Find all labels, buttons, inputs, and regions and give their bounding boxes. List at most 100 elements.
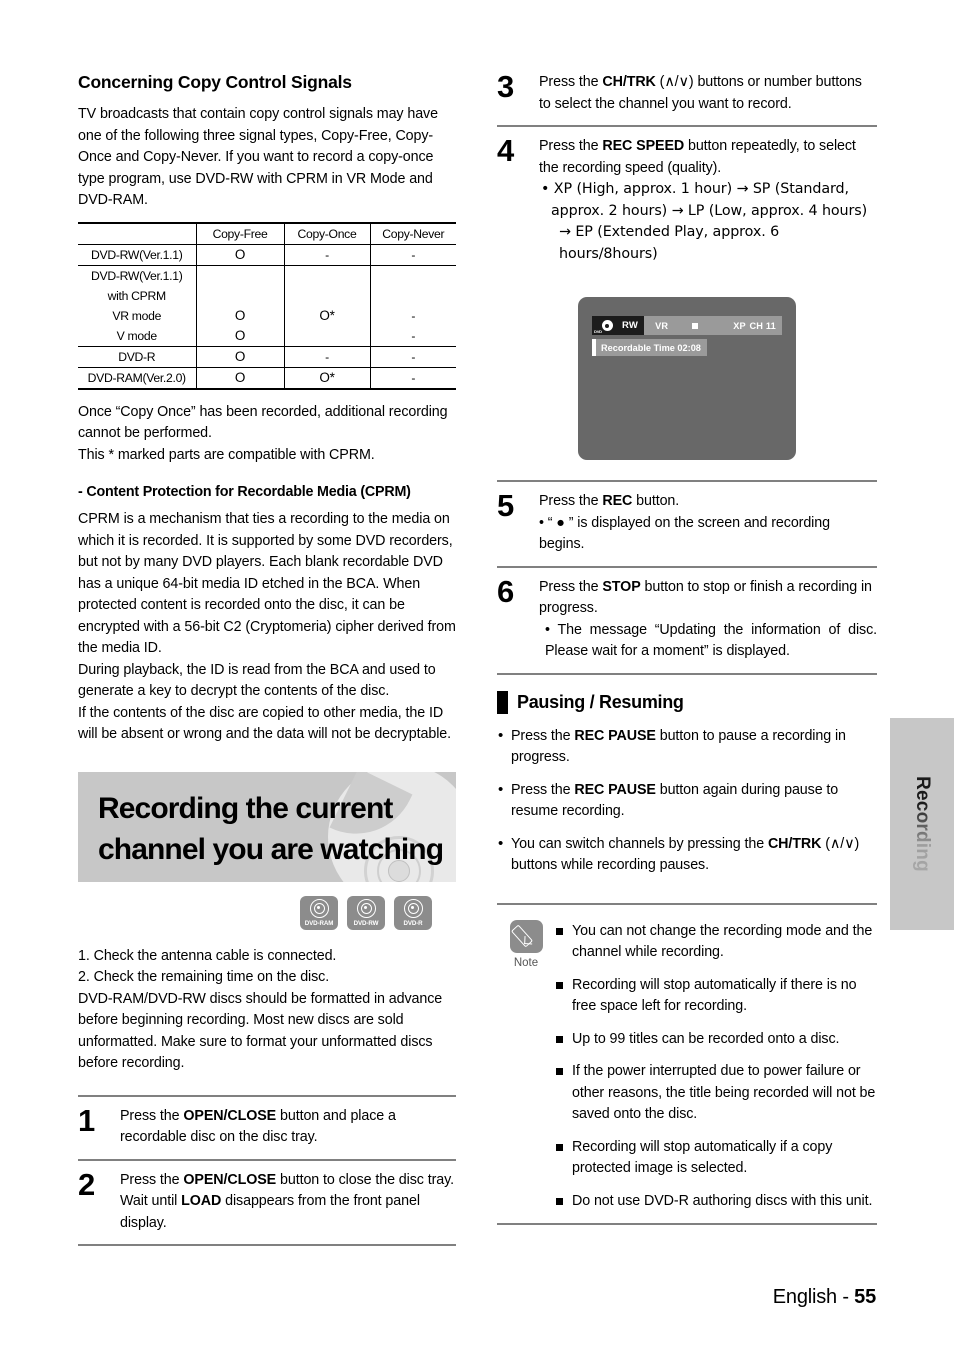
osd-screenshot-container: DVD RW VR XP CH 11 Recordable Time 02:08 xyxy=(497,275,877,480)
left-column: Concerning Copy Control Signals TV broad… xyxy=(78,72,456,1246)
step-text-lead: Press the xyxy=(539,578,603,595)
disc-icon xyxy=(309,898,329,918)
row-cell: O xyxy=(195,244,285,266)
rec-speed-bullet-line-3: → EP (Extended Play, approx. 6 hours/8ho… xyxy=(559,224,780,262)
note-item: Recording will stop automatically if the… xyxy=(555,975,877,1018)
row-cell: O xyxy=(195,325,285,347)
banner-title-line-2: channel you are watching xyxy=(98,832,444,866)
table-row: DVD-RW(Ver.1.1) xyxy=(78,265,456,286)
step-number: 1 xyxy=(78,1102,95,1138)
note-box: Note You can not change the recording mo… xyxy=(497,902,877,1225)
step-text-tail: button to close the disc tray. xyxy=(276,1171,454,1188)
step-number: 3 xyxy=(497,69,514,104)
step-2: 2 Press the OPEN/CLOSE button to close t… xyxy=(78,1161,456,1245)
badge-dvd-ram: DVD-RAM xyxy=(300,895,338,930)
note-label: Note xyxy=(513,956,539,969)
step-6-bullet: • The message “Updating the information … xyxy=(545,621,877,660)
row-cell: O* xyxy=(283,305,371,326)
manual-page: Concerning Copy Control Signals TV broad… xyxy=(0,0,954,1349)
step-6: 6 Press the STOP button to stop or finis… xyxy=(497,568,877,673)
asterisk-note: This * marked parts are compatible with … xyxy=(78,446,375,463)
section-marker-icon xyxy=(497,690,508,714)
step-4: 4 Press the REC SPEED button repeatedly,… xyxy=(497,127,877,275)
step-5-bullet: • “ ● ” is displayed on the screen and r… xyxy=(539,514,830,553)
osd-disc-icon-label: DVD xyxy=(594,329,602,334)
osd-disc-format: RW xyxy=(622,316,645,335)
row-cell: - xyxy=(369,346,456,368)
osd-recordable-time-label: Recordable Time 02:08 xyxy=(601,342,701,353)
row-cell: - xyxy=(369,367,456,390)
step-text: Press the STOP button to stop or finish … xyxy=(539,577,877,663)
osd-recordable-time: Recordable Time 02:08 xyxy=(592,339,707,356)
pausing-resuming-header: Pausing / Resuming xyxy=(497,690,877,714)
row-label: VR mode xyxy=(78,305,197,326)
step-number: 5 xyxy=(497,488,514,523)
section-title-copy-control: Concerning Copy Control Signals xyxy=(78,72,352,92)
osd-screen: DVD RW VR XP CH 11 Recordable Time 02:08 xyxy=(578,297,796,460)
note-list: You can not change the recording mode an… xyxy=(555,918,877,1224)
row-label: V mode xyxy=(78,325,197,347)
prep-paragraph: DVD-RAM/DVD-RW discs should be formatted… xyxy=(78,990,443,1072)
step-number: 2 xyxy=(78,1166,95,1202)
row-cell: O xyxy=(195,305,285,326)
step-text-bold: OPEN/CLOSE xyxy=(183,1171,277,1188)
page-footer: English - 55 xyxy=(773,1286,876,1309)
rec-speed-bullet-line-1: • XP (High, approx. 1 hour) → SP (Standa… xyxy=(541,181,849,197)
step-text-bold: STOP xyxy=(602,578,641,595)
row-cell: O* xyxy=(283,367,371,390)
step-extra-lead: Wait until xyxy=(120,1193,182,1209)
step-text: Press the REC SPEED button repeatedly, t… xyxy=(539,136,877,265)
prep-item-1: 1. Check the antenna cable is connected. xyxy=(78,947,337,964)
table-row: V mode O - xyxy=(78,325,456,347)
row-cell xyxy=(195,265,285,286)
step-text-lead: Press the xyxy=(539,493,603,509)
note-item: Do not use DVD-R authoring discs with th… xyxy=(555,1191,877,1213)
step-text: Press the OPEN/CLOSE button to close the… xyxy=(120,1170,456,1235)
pencil-body-icon xyxy=(510,923,533,948)
table-row: DVD-RW(Ver.1.1) O - - xyxy=(78,244,456,266)
osd-status-bar: DVD RW VR XP CH 11 xyxy=(592,316,782,335)
list-item: Press the REC PAUSE button again during … xyxy=(497,779,877,823)
cprm-heading: - Content Protection for Recordable Medi… xyxy=(78,484,411,500)
chapter-side-tab: Recording xyxy=(890,718,954,930)
step-extra-bold: LOAD xyxy=(181,1193,222,1209)
row-cell xyxy=(195,285,285,306)
table-header-copy-once: Copy-Once xyxy=(283,221,371,245)
osd-channel: CH 11 xyxy=(749,320,776,331)
divider xyxy=(497,1223,877,1225)
note-item: Up to 99 titles can be recorded onto a d… xyxy=(555,1029,877,1051)
step-text-lead: Press the xyxy=(539,74,603,90)
item-bold: REC PAUSE xyxy=(574,727,656,744)
step-text-bold: REC xyxy=(602,493,633,509)
cprm-paragraph-1: CPRM is a mechanism that ties a recordin… xyxy=(78,511,456,656)
list-item: You can switch channels by pressing the … xyxy=(497,833,877,877)
row-cell: O xyxy=(195,367,285,390)
prep-item-2: 2. Check the remaining time on the disc. xyxy=(78,969,330,985)
item-lead: Press the xyxy=(511,727,575,744)
step-number: 4 xyxy=(497,133,514,168)
step-text-tail: button. xyxy=(632,493,680,509)
step-text-bold: OPEN/CLOSE xyxy=(183,1107,277,1124)
row-cell: O xyxy=(195,346,285,368)
item-bold: CH/TRK xyxy=(767,835,822,852)
divider xyxy=(78,1244,456,1246)
disc-icon xyxy=(403,898,423,918)
note-item: You can not change the recording mode an… xyxy=(555,921,877,964)
step-text-lead: Press the xyxy=(539,138,603,154)
copy-once-note: Once “Copy Once” has been recorded, addi… xyxy=(78,403,448,442)
osd-record-mode: VR xyxy=(655,320,669,331)
row-cell xyxy=(369,265,456,286)
disc-glyph-icon xyxy=(601,320,613,331)
row-cell xyxy=(369,285,456,306)
step-1: 1 Press the OPEN/CLOSE button and place … xyxy=(78,1097,456,1159)
stop-square-icon xyxy=(692,322,699,329)
step-text-bold: CH/TRK xyxy=(602,74,656,90)
pencil-icon xyxy=(509,919,543,953)
footer-page-number: 55 xyxy=(854,1286,876,1308)
item-lead: Press the xyxy=(511,781,575,798)
badge-dvd-r: DVD-R xyxy=(394,895,432,930)
step-text-lead: Press the xyxy=(120,1171,184,1188)
row-label: DVD-RW(Ver.1.1) xyxy=(78,244,197,266)
table-header-copy-never: Copy-Never xyxy=(369,221,456,245)
badge-label: DVD-R xyxy=(403,919,423,927)
